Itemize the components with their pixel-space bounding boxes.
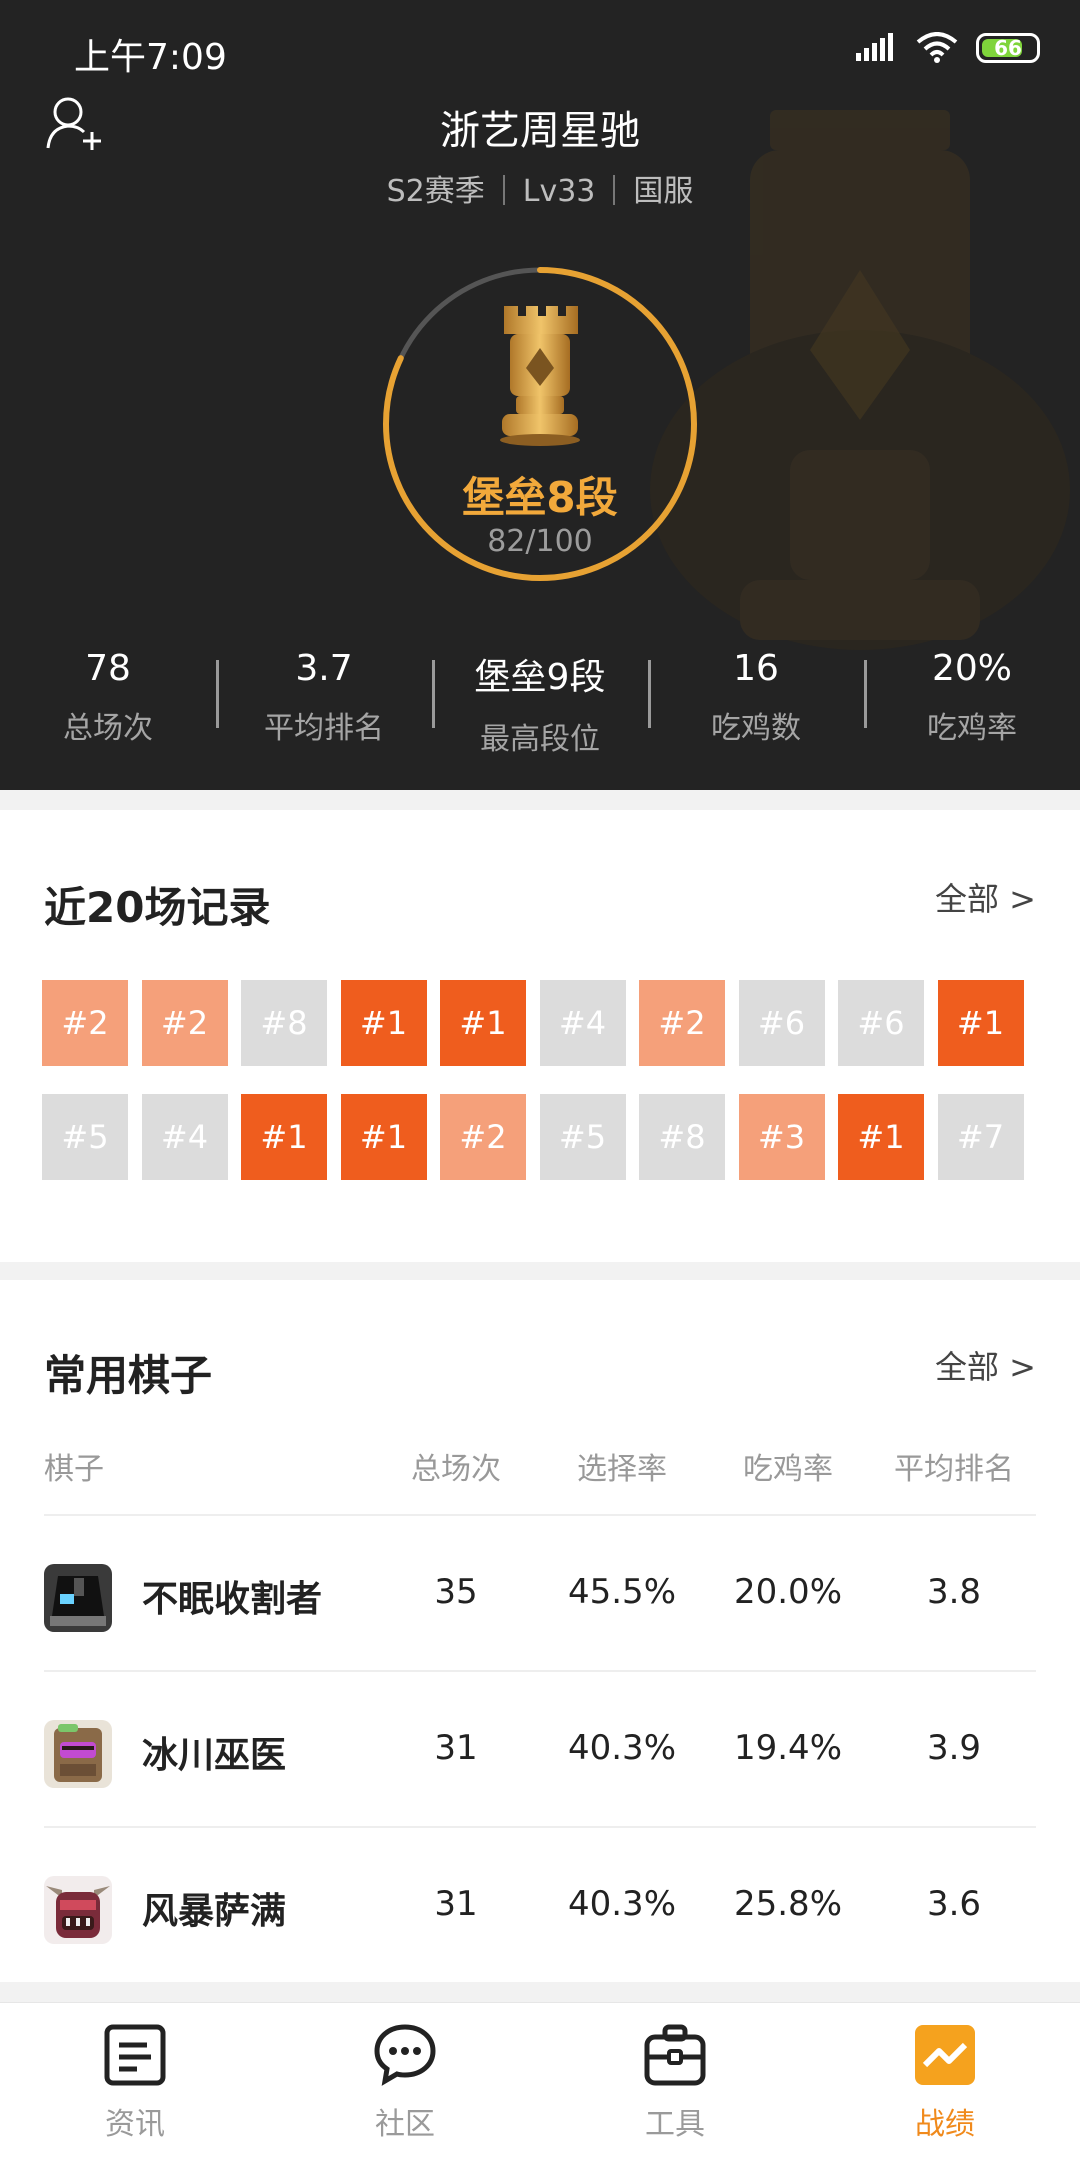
- stat-highest-tier: 堡垒9段 最高段位: [432, 640, 648, 757]
- table-row[interactable]: 不眠收割者 35 45.5% 20.0% 3.8: [44, 1514, 1036, 1672]
- piece-pick-rate: 40.3%: [567, 1884, 676, 1924]
- stat-win-rate: 20% 吃鸡率: [864, 640, 1080, 750]
- common-pieces-view-all[interactable]: 全部 >: [935, 1342, 1036, 1388]
- match-result-cell[interactable]: #1: [241, 1094, 327, 1180]
- match-result-cell[interactable]: #5: [539, 1094, 626, 1180]
- chart-icon: [915, 2025, 975, 2085]
- piece-win-rate: 19.4%: [733, 1728, 842, 1768]
- tab-records[interactable]: 战绩: [810, 2003, 1080, 2159]
- piece-name: 风暴萨满: [142, 1891, 287, 1932]
- match-result-cell[interactable]: #1: [440, 980, 526, 1066]
- stats-summary: 78 总场次 3.7 平均排名 堡垒9段 最高段位 16 吃鸡数 20% 吃鸡率: [0, 640, 1080, 757]
- match-result-cell[interactable]: #6: [838, 980, 924, 1066]
- match-result-cell[interactable]: #4: [141, 1094, 228, 1180]
- header-piece: 棋子: [44, 1452, 104, 1487]
- piece-average-rank: 3.9: [926, 1728, 982, 1768]
- match-result-cell[interactable]: #7: [937, 1094, 1024, 1180]
- battery-level: 66: [994, 36, 1022, 60]
- sleepless-reaper-avatar: [44, 1564, 112, 1632]
- stat-average-rank: 3.7 平均排名: [216, 640, 432, 750]
- match-result-cell[interactable]: #2: [141, 980, 228, 1066]
- storm-shaman-avatar: [44, 1876, 112, 1944]
- status-time: 上午7:09: [74, 37, 227, 78]
- piece-games: 31: [434, 1728, 478, 1768]
- tab-tools[interactable]: 工具: [540, 2003, 810, 2159]
- piece-pick-rate: 45.5%: [567, 1572, 676, 1612]
- tab-records-label: 战绩: [915, 2107, 975, 2142]
- stat-wins: 16 吃鸡数: [648, 640, 864, 750]
- piece-win-rate: 25.8%: [733, 1884, 842, 1924]
- profile-header: 上午7:09 66 浙艺周星驰 S2赛季 Lv33 国服 堡垒8段 82/100…: [0, 0, 1080, 790]
- piece-games: 35: [434, 1572, 478, 1612]
- match-result-cell[interactable]: #2: [42, 980, 128, 1066]
- match-result-cell[interactable]: #1: [340, 1094, 427, 1180]
- piece-win-rate: 20.0%: [733, 1572, 842, 1612]
- tab-community[interactable]: 社区: [270, 2003, 540, 2159]
- match-result-cell[interactable]: #2: [639, 980, 725, 1066]
- match-result-cell[interactable]: #1: [340, 980, 427, 1066]
- table-row[interactable]: 冰川巫医 31 40.3% 19.4% 3.9: [44, 1670, 1036, 1828]
- piece-games: 31: [434, 1884, 478, 1924]
- glacier-witch-doctor-avatar: [44, 1720, 112, 1788]
- rank-badge-icon: [500, 306, 580, 446]
- tab-community-label: 社区: [375, 2107, 435, 2142]
- status-bar: 上午7:09 66: [0, 28, 1080, 78]
- match-result-cell[interactable]: #4: [539, 980, 626, 1066]
- wifi-icon: [916, 32, 958, 63]
- server-label: 国服: [633, 174, 694, 209]
- recent-matches-title: 近20场记录: [44, 883, 271, 932]
- battery-icon: 66: [976, 33, 1040, 63]
- header-average-rank: 平均排名: [894, 1452, 1014, 1487]
- recent-matches-card: 近20场记录 全部 > #2 #2 #8 #1 #1 #4 #2 #6 #6 #1 #5 #4 #1 #1…: [0, 810, 1080, 1262]
- piece-name: 冰川巫医: [142, 1735, 287, 1776]
- piece-average-rank: 3.6: [926, 1884, 982, 1924]
- match-result-cell[interactable]: #5: [42, 1094, 128, 1180]
- piece-average-rank: 3.8: [926, 1572, 982, 1612]
- tab-tools-label: 工具: [645, 2107, 705, 2142]
- table-row[interactable]: 风暴萨满 31 40.3% 25.8% 3.6: [44, 1826, 1036, 1984]
- rank-progress-text: 82/100: [487, 524, 593, 559]
- tab-news-label: 资讯: [105, 2107, 165, 2142]
- match-result-cell[interactable]: #1: [838, 1094, 924, 1180]
- season-label: S2赛季: [386, 174, 485, 209]
- match-result-cell[interactable]: #1: [937, 980, 1024, 1066]
- news-icon: [104, 2024, 166, 2086]
- signal-icon: [856, 33, 893, 61]
- header-win-rate: 吃鸡率: [743, 1452, 833, 1487]
- bottom-tab-bar: 资讯 社区 工具 战绩: [0, 2002, 1080, 2159]
- player-meta: S2赛季 Lv33 国服: [0, 166, 1080, 210]
- tab-news[interactable]: 资讯: [0, 2003, 270, 2159]
- player-name: 浙艺周星驰: [440, 108, 640, 154]
- piece-pick-rate: 40.3%: [567, 1728, 676, 1768]
- match-result-cell[interactable]: #8: [241, 980, 327, 1066]
- header-pick-rate: 选择率: [577, 1452, 667, 1487]
- recent-matches-view-all[interactable]: 全部 >: [935, 874, 1036, 920]
- stat-total-games: 78 总场次: [63, 648, 153, 746]
- pieces-table-header: 棋子 总场次 选择率 吃鸡率 平均排名: [44, 1444, 1036, 1487]
- toolbox-icon: [644, 2024, 706, 2086]
- level-label: Lv33: [522, 174, 596, 209]
- match-result-cell[interactable]: #6: [738, 980, 825, 1066]
- piece-name: 不眠收割者: [142, 1579, 323, 1620]
- common-pieces-title: 常用棋子: [44, 1351, 213, 1400]
- header-games: 总场次: [411, 1452, 501, 1487]
- match-result-cell[interactable]: #8: [639, 1094, 725, 1180]
- current-rank: 堡垒8段: [462, 473, 618, 522]
- match-result-cell[interactable]: #3: [738, 1094, 825, 1180]
- recent-results-grid: #2 #2 #8 #1 #1 #4 #2 #6 #6 #1 #5 #4 #1 #1 #2 #5 #8 #3 #1 #7: [42, 980, 1024, 1180]
- chat-bubble-icon: [374, 2024, 436, 2086]
- match-result-cell[interactable]: #2: [440, 1094, 526, 1180]
